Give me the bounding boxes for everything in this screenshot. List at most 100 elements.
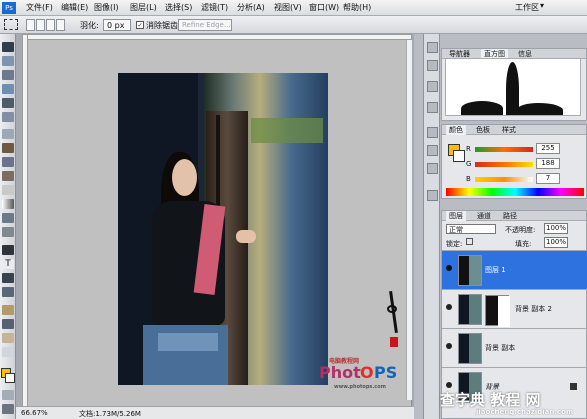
- tab-paths[interactable]: 路径: [500, 211, 520, 221]
- layer-row[interactable]: 背景 副本: [442, 328, 587, 367]
- spectrum-bar[interactable]: [446, 188, 584, 196]
- subtract-selection-icon[interactable]: [46, 19, 55, 31]
- layer-name: 图层 1: [485, 266, 506, 274]
- healing-tool-icon[interactable]: [2, 129, 14, 139]
- marquee-tool-icon[interactable]: [2, 56, 14, 66]
- move-tool-icon[interactable]: [2, 42, 14, 52]
- layer-comps-dock-icon[interactable]: [427, 163, 438, 174]
- refine-edge-button[interactable]: Refine Edge...: [178, 19, 232, 31]
- menu-window[interactable]: 窗口(W): [309, 2, 339, 13]
- menu-file[interactable]: 文件(F): [26, 2, 53, 13]
- gradient-tool-icon[interactable]: [2, 199, 14, 209]
- new-selection-icon[interactable]: [26, 19, 35, 31]
- zoom-tool-icon[interactable]: [2, 347, 14, 357]
- tool-presets-dock-icon[interactable]: [427, 102, 438, 113]
- add-selection-icon[interactable]: [36, 19, 45, 31]
- type-tool-icon[interactable]: T: [2, 259, 14, 269]
- layer-row[interactable]: 图层 1: [442, 250, 587, 289]
- screen-mode-icon[interactable]: [2, 404, 14, 414]
- brush-tool-icon[interactable]: [2, 143, 14, 153]
- menu-image[interactable]: 图像(I): [94, 2, 119, 13]
- g-value-input[interactable]: 188: [536, 158, 560, 169]
- g-label: G: [466, 160, 472, 168]
- layer-lock-icon: [570, 383, 577, 390]
- menu-edit[interactable]: 编辑(E): [61, 2, 88, 13]
- background-swatch[interactable]: [453, 150, 465, 162]
- eye-icon[interactable]: [446, 265, 452, 271]
- background-color-swatch[interactable]: [5, 373, 15, 383]
- r-slider[interactable]: [475, 147, 533, 152]
- lasso-tool-icon[interactable]: [2, 70, 14, 80]
- notes-tool-icon[interactable]: [2, 305, 14, 315]
- tab-swatches[interactable]: 色板: [473, 125, 493, 135]
- color-tabs: 颜色 色板 样式: [442, 125, 586, 135]
- b-slider[interactable]: [475, 177, 533, 182]
- watermark-brand-left: Phot: [319, 363, 361, 382]
- workspace-button[interactable]: 工作区: [515, 2, 539, 13]
- b-value-input[interactable]: 7: [536, 173, 560, 184]
- red-stamp-icon: [390, 337, 398, 347]
- eye-icon[interactable]: [446, 343, 452, 349]
- menu-analysis[interactable]: 分析(A): [237, 2, 265, 13]
- brushes-dock-icon[interactable]: [427, 81, 438, 92]
- b-label: B: [466, 175, 471, 183]
- stamp-tool-icon[interactable]: [2, 157, 14, 167]
- history-brush-icon[interactable]: [2, 171, 14, 181]
- workspace-arrow-icon: ▾: [540, 1, 545, 10]
- slice-tool-icon[interactable]: [2, 112, 14, 122]
- actions-dock-icon[interactable]: [427, 60, 438, 71]
- tab-channels[interactable]: 通道: [474, 211, 494, 221]
- eye-icon[interactable]: [446, 382, 452, 388]
- shape-tool-icon[interactable]: [2, 287, 14, 297]
- tab-styles[interactable]: 样式: [499, 125, 519, 135]
- path-selection-icon[interactable]: [2, 273, 14, 283]
- vertical-scrollbar[interactable]: [406, 40, 412, 400]
- fill-label: 填充:: [515, 240, 532, 248]
- paragraph-dock-icon[interactable]: [427, 145, 438, 156]
- pen-tool-icon[interactable]: [2, 245, 14, 255]
- blur-tool-icon[interactable]: [2, 213, 14, 223]
- menu-view[interactable]: 视图(V): [274, 2, 302, 13]
- histogram-right-curve: [518, 103, 563, 115]
- r-value-input[interactable]: 255: [536, 143, 560, 154]
- anti-alias-checkbox[interactable]: ✓: [136, 21, 144, 29]
- eyedropper-tool-icon[interactable]: [2, 319, 14, 329]
- calligraphy-loop: [387, 305, 397, 313]
- opacity-input[interactable]: 100%: [544, 223, 568, 234]
- quick-mask-icon[interactable]: [2, 390, 14, 400]
- panel-dock: [423, 34, 440, 419]
- intersect-selection-icon[interactable]: [56, 19, 65, 31]
- vertical-ruler: [22, 34, 28, 414]
- crop-tool-icon[interactable]: [2, 98, 14, 108]
- menu-layer[interactable]: 图层(L): [130, 2, 157, 13]
- dodge-tool-icon[interactable]: [2, 227, 14, 237]
- watermark-brand-o: O: [360, 363, 374, 382]
- options-bar: 羽化: 0 px ✓ 消除锯齿 Refine Edge...: [0, 16, 587, 34]
- g-slider[interactable]: [475, 162, 533, 167]
- tab-layers[interactable]: 图层: [446, 211, 466, 221]
- r-label: R: [466, 145, 471, 153]
- blend-mode-select[interactable]: 正常: [446, 224, 496, 234]
- lock-icon[interactable]: [466, 238, 473, 245]
- menu-filter[interactable]: 滤镜(T): [201, 2, 228, 13]
- menu-help[interactable]: 帮助(H): [343, 2, 371, 13]
- layer-row[interactable]: 背景 副本 2: [442, 289, 587, 328]
- zoom-level: 66.67%: [21, 409, 48, 417]
- history-dock-icon[interactable]: [427, 42, 438, 53]
- ps-logo: Ps: [2, 2, 16, 14]
- magic-wand-tool-icon[interactable]: [2, 84, 14, 94]
- marquee-tool-icon[interactable]: [4, 19, 18, 30]
- site-url-watermark: jiaocheng.chazidian.com: [476, 408, 574, 416]
- eraser-tool-icon[interactable]: [2, 185, 14, 195]
- swatches-dock-icon[interactable]: [427, 190, 438, 201]
- hand-tool-icon[interactable]: [2, 333, 14, 343]
- fill-input[interactable]: 100%: [544, 237, 568, 248]
- layer-thumbnail: [458, 294, 482, 325]
- tab-color[interactable]: 颜色: [446, 125, 466, 135]
- feather-input[interactable]: 0 px: [103, 19, 131, 31]
- eye-icon[interactable]: [446, 304, 452, 310]
- color-panel: 颜色 色板 样式 R 255 G 188 B 7: [441, 124, 587, 199]
- girl-hand: [236, 230, 256, 243]
- menu-select[interactable]: 选择(S): [165, 2, 192, 13]
- character-dock-icon[interactable]: [427, 127, 438, 138]
